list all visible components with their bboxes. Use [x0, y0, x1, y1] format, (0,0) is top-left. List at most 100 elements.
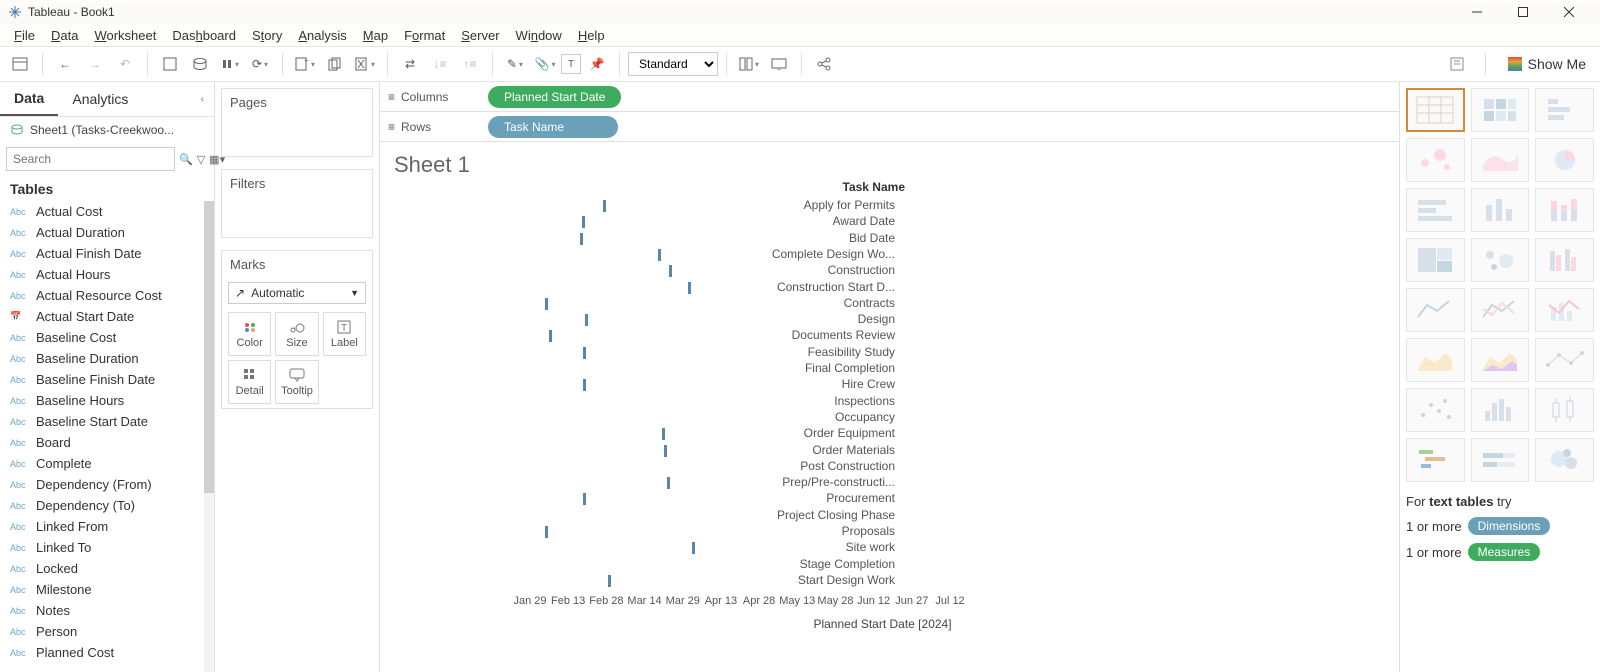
- field-item[interactable]: AbcPerson: [10, 621, 210, 642]
- data-mark[interactable]: [583, 379, 586, 391]
- showme-thumb-table[interactable]: [1406, 88, 1465, 132]
- field-item[interactable]: AbcBaseline Finish Date: [10, 369, 210, 390]
- showme-thumb-area[interactable]: [1406, 338, 1465, 382]
- field-item[interactable]: AbcBaseline Start Date: [10, 411, 210, 432]
- show-me-button[interactable]: Show Me: [1500, 52, 1594, 76]
- field-item[interactable]: 📅Actual Start Date: [10, 306, 210, 327]
- tab-data[interactable]: Data: [0, 82, 58, 116]
- field-item[interactable]: AbcMilestone: [10, 579, 210, 600]
- showme-thumb-line[interactable]: [1406, 288, 1465, 332]
- showme-thumb-dual[interactable]: [1535, 288, 1594, 332]
- showme-thumb-packed[interactable]: [1535, 438, 1594, 482]
- chart-area[interactable]: Task NameApply for PermitsAward DateBid …: [380, 184, 1399, 672]
- data-mark[interactable]: [603, 200, 606, 212]
- maximize-button[interactable]: [1500, 1, 1546, 23]
- undo-icon[interactable]: ←: [51, 50, 79, 78]
- showme-thumb-box[interactable]: [1535, 388, 1594, 432]
- showme-thumb-hlbar[interactable]: [1535, 88, 1594, 132]
- showme-thumb-gantt[interactable]: [1406, 438, 1465, 482]
- menu-server[interactable]: Server: [453, 28, 507, 43]
- showme-thumb-map-sym[interactable]: [1406, 138, 1465, 182]
- showme-thumb-histo[interactable]: [1471, 388, 1530, 432]
- menu-map[interactable]: Map: [355, 28, 396, 43]
- fit-select[interactable]: Standard: [628, 52, 718, 76]
- data-mark[interactable]: [549, 330, 552, 342]
- marks-tooltip[interactable]: Tooltip: [275, 360, 318, 404]
- revert-icon[interactable]: ↶: [111, 50, 139, 78]
- menu-story[interactable]: Story: [244, 28, 290, 43]
- marks-detail[interactable]: Detail: [228, 360, 271, 404]
- scrollbar-track[interactable]: [204, 201, 214, 672]
- field-item[interactable]: AbcActual Duration: [10, 222, 210, 243]
- showme-thumb-tree[interactable]: [1406, 238, 1465, 282]
- field-item[interactable]: AbcActual Resource Cost: [10, 285, 210, 306]
- data-mark[interactable]: [667, 477, 670, 489]
- highlight-icon[interactable]: ✎: [501, 50, 529, 78]
- showme-thumb-side[interactable]: [1535, 238, 1594, 282]
- tab-analytics[interactable]: Analytics: [58, 83, 142, 115]
- pages-shelf[interactable]: Pages: [221, 88, 373, 157]
- field-item[interactable]: AbcBaseline Duration: [10, 348, 210, 369]
- minimize-button[interactable]: [1454, 1, 1500, 23]
- showme-thumb-circle[interactable]: [1471, 238, 1530, 282]
- marks-color[interactable]: Color: [228, 312, 271, 356]
- showme-thumb-heat[interactable]: [1471, 88, 1530, 132]
- showme-thumb-scatter[interactable]: [1406, 388, 1465, 432]
- field-item[interactable]: AbcBaseline Cost: [10, 327, 210, 348]
- showme-thumb-hbar[interactable]: [1406, 188, 1465, 232]
- data-mark[interactable]: [608, 575, 611, 587]
- search-icon[interactable]: 🔍: [179, 148, 193, 170]
- field-item[interactable]: AbcDependency (From): [10, 474, 210, 495]
- datasource-row[interactable]: Sheet1 (Tasks-Creekwoo...: [0, 117, 214, 143]
- data-mark[interactable]: [583, 493, 586, 505]
- field-item[interactable]: AbcComplete: [10, 453, 210, 474]
- menu-window[interactable]: Window: [508, 28, 570, 43]
- field-item[interactable]: AbcLocked: [10, 558, 210, 579]
- pin-icon[interactable]: 📌: [583, 50, 611, 78]
- field-item[interactable]: AbcLinked From: [10, 516, 210, 537]
- field-item[interactable]: AbcBaseline Hours: [10, 390, 210, 411]
- data-mark[interactable]: [669, 265, 672, 277]
- presentation-icon[interactable]: [765, 50, 793, 78]
- data-mark[interactable]: [662, 428, 665, 440]
- sheet-title[interactable]: Sheet 1: [380, 142, 1399, 184]
- start-page-icon[interactable]: [6, 50, 34, 78]
- showme-thumb-pie[interactable]: [1535, 138, 1594, 182]
- data-mark[interactable]: [692, 542, 695, 554]
- pause-updates-icon[interactable]: [216, 50, 244, 78]
- menu-data[interactable]: Data: [43, 28, 86, 43]
- field-item[interactable]: AbcActual Finish Date: [10, 243, 210, 264]
- showme-thumb-disc[interactable]: [1535, 338, 1594, 382]
- cards-icon[interactable]: [735, 50, 763, 78]
- data-mark[interactable]: [580, 233, 583, 245]
- duplicate-icon[interactable]: [321, 50, 349, 78]
- field-item[interactable]: AbcActual Cost: [10, 201, 210, 222]
- showme-thumb-line2[interactable]: [1471, 288, 1530, 332]
- collapse-pane-icon[interactable]: ‹: [191, 88, 214, 111]
- data-mark[interactable]: [688, 282, 691, 294]
- data-mark[interactable]: [664, 445, 667, 457]
- showme-thumb-map-fill[interactable]: [1471, 138, 1530, 182]
- new-datasource-icon[interactable]: [186, 50, 214, 78]
- field-item[interactable]: AbcPlanned Cost: [10, 642, 210, 663]
- rows-shelf[interactable]: ≡Rows Task Name: [380, 112, 1399, 142]
- rows-pill[interactable]: Task Name: [488, 116, 618, 138]
- redo-icon[interactable]: →: [81, 50, 109, 78]
- clear-icon[interactable]: [351, 50, 379, 78]
- data-mark[interactable]: [585, 314, 588, 326]
- data-mark[interactable]: [545, 298, 548, 310]
- scrollbar-thumb[interactable]: [204, 201, 214, 493]
- data-mark[interactable]: [658, 249, 661, 261]
- menu-file[interactable]: File: [6, 28, 43, 43]
- menu-format[interactable]: Format: [396, 28, 453, 43]
- new-worksheet-icon[interactable]: +: [291, 50, 319, 78]
- showme-thumb-vbar[interactable]: [1471, 188, 1530, 232]
- labels-icon[interactable]: T: [561, 54, 581, 74]
- swap-icon[interactable]: ⇄: [396, 50, 424, 78]
- field-item[interactable]: AbcBoard: [10, 432, 210, 453]
- field-item[interactable]: AbcLinked To: [10, 537, 210, 558]
- filter-icon[interactable]: ▽: [197, 148, 205, 170]
- data-mark[interactable]: [545, 526, 548, 538]
- showme-thumb-area2[interactable]: [1471, 338, 1530, 382]
- menu-analysis[interactable]: Analysis: [290, 28, 354, 43]
